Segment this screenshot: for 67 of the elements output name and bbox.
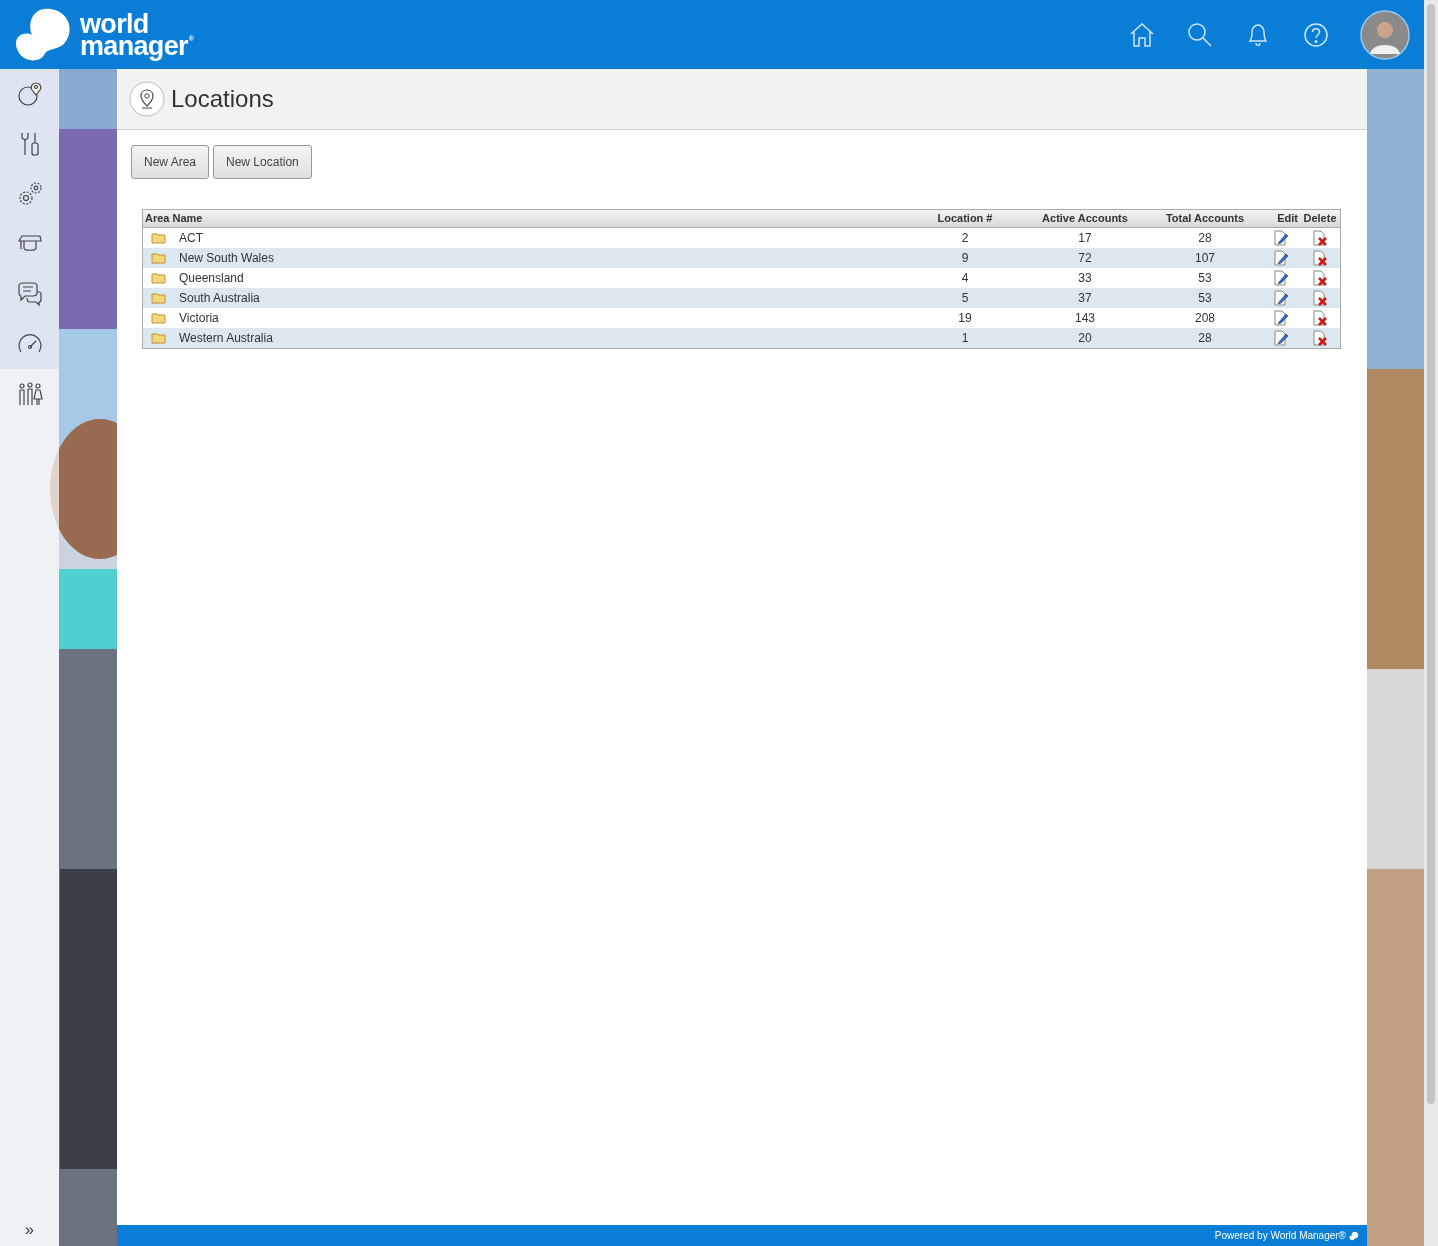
table-cell: 5	[961, 291, 969, 305]
table-cell: 37	[1078, 291, 1092, 305]
delete-icon[interactable]	[1312, 250, 1328, 266]
edit-icon[interactable]	[1273, 270, 1289, 286]
table-cell: 208	[1195, 311, 1215, 325]
folder-icon	[151, 252, 166, 264]
table-cell: 28	[1198, 231, 1212, 245]
page-title: Locations	[171, 84, 274, 114]
avatar[interactable]	[1360, 9, 1410, 60]
expand-toggle[interactable]: »	[25, 1222, 34, 1238]
gears-icon[interactable]	[16, 181, 43, 207]
delete-icon[interactable]	[1312, 230, 1328, 246]
table-cell: 53	[1198, 291, 1212, 305]
table-cell: 17	[1078, 231, 1092, 245]
chat-icon[interactable]	[16, 281, 43, 307]
edit-icon[interactable]	[1273, 290, 1289, 306]
table-cell: 33	[1078, 271, 1092, 285]
folder-icon	[151, 272, 166, 284]
table-row[interactable]: South Australia 5 37 53	[143, 288, 1340, 308]
column-header: Active Accounts	[1041, 211, 1129, 227]
table-cell: 4	[961, 271, 969, 285]
people-icon[interactable]	[16, 381, 43, 407]
table-cell: 53	[1198, 271, 1212, 285]
table-cell: 1	[961, 331, 969, 345]
table-row[interactable]: Western Australia 1 20 28	[143, 328, 1340, 348]
area-name[interactable]: New South Wales	[179, 249, 274, 267]
action-button[interactable]: New Location	[213, 145, 312, 179]
location-pin-icon	[129, 81, 165, 117]
column-header: Location #	[936, 211, 994, 227]
edit-icon[interactable]	[1273, 310, 1289, 326]
logo-icon	[1349, 1230, 1359, 1241]
column-header: Area Name	[144, 211, 204, 227]
column-header: Edit	[1276, 211, 1299, 227]
edit-icon[interactable]	[1273, 330, 1289, 346]
area-name[interactable]: ACT	[179, 229, 203, 247]
table-cell: 143	[1075, 311, 1095, 325]
map-pin-globe-icon[interactable]	[16, 81, 43, 107]
table-cell: 2	[961, 231, 969, 245]
folder-icon	[151, 232, 166, 244]
delete-icon[interactable]	[1312, 330, 1328, 346]
logo-text: world	[80, 12, 150, 35]
footer-text: Powered by World Manager®	[1214, 1229, 1346, 1243]
column-header: Delete	[1302, 211, 1338, 227]
home-icon[interactable]	[1128, 20, 1156, 49]
delete-icon[interactable]	[1312, 290, 1328, 306]
area-name[interactable]: Queensland	[179, 269, 244, 287]
delete-icon[interactable]	[1312, 310, 1328, 326]
table-cell: 107	[1195, 251, 1215, 265]
area-name[interactable]: South Australia	[179, 289, 260, 307]
help-icon[interactable]	[1302, 20, 1330, 49]
folder-icon	[151, 292, 166, 304]
table-row[interactable]: New South Wales 9 72 107	[143, 248, 1340, 268]
area-name[interactable]: Victoria	[179, 309, 219, 327]
action-button[interactable]: New Area	[131, 145, 210, 179]
delete-icon[interactable]	[1312, 270, 1328, 286]
folder-icon	[151, 312, 166, 324]
edit-icon[interactable]	[1273, 250, 1289, 266]
table-cell: 72	[1078, 251, 1092, 265]
column-header: Total Accounts	[1165, 211, 1245, 227]
table-cell: 9	[961, 251, 969, 265]
table-cell: 19	[958, 311, 972, 325]
table-cell: 20	[1078, 331, 1092, 345]
area-name[interactable]: Western Australia	[179, 329, 273, 347]
table-cell: 28	[1198, 331, 1212, 345]
folder-icon	[151, 332, 166, 344]
edit-icon[interactable]	[1273, 230, 1289, 246]
search-icon[interactable]	[1186, 20, 1214, 49]
